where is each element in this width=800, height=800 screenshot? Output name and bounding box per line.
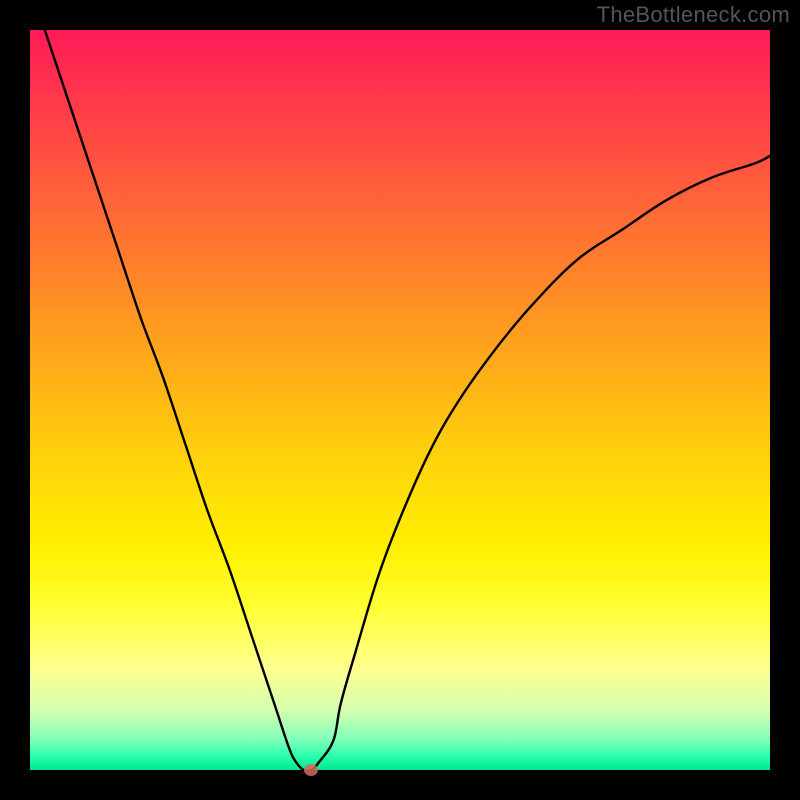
bottleneck-curve xyxy=(30,30,770,770)
curve-path xyxy=(45,30,770,771)
chart-frame: TheBottleneck.com xyxy=(0,0,800,800)
optimum-marker xyxy=(304,764,318,776)
watermark-text: TheBottleneck.com xyxy=(597,2,790,28)
